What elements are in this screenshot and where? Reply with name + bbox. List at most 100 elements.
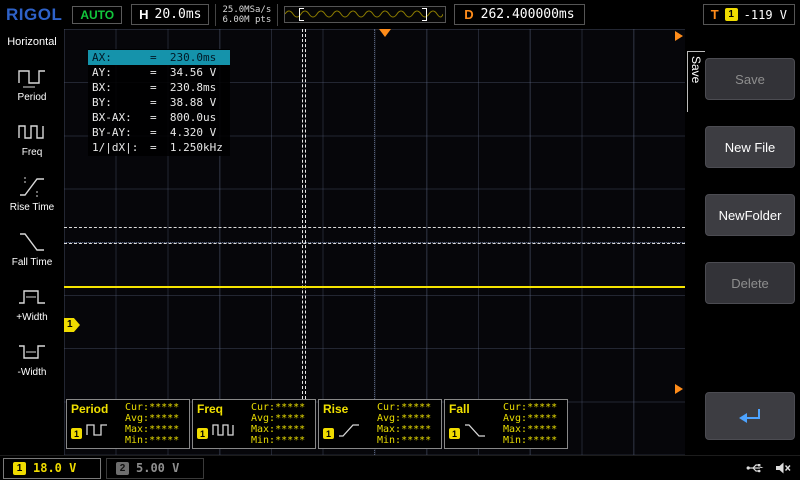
cursor-value: = 4.320 V [150,125,216,140]
cursor-value: = 230.0ms [150,50,216,65]
rigol-logo: RIGOL [6,5,62,25]
measure-name: Rise [323,402,377,416]
horizontal-timebase-readout: H 20.0ms [131,4,209,25]
measure-avg: Avg:***** [377,413,437,424]
ch1-trace [64,286,685,288]
measure-name: Freq [197,402,251,416]
timebase-value: 20.0ms [155,7,202,22]
delete-button[interactable]: Delete [705,262,795,304]
menu-item-plus-width[interactable]: +Width [0,284,64,323]
menu-item-period[interactable]: Period [0,64,64,103]
measure-min: Min:***** [377,435,437,446]
ch2-badge: 2 [116,462,129,475]
fall-time-icon [463,421,487,439]
new-folder-button[interactable]: NewFolder [705,194,795,236]
ch1-badge: 1 [13,462,26,475]
freq-icon [211,421,235,439]
measure-channel-badge: 1 [71,428,82,439]
status-icons [746,461,792,475]
measure-max: Max:***** [377,424,437,435]
enter-arrow-icon [735,406,765,426]
cursor-row-inv-dx: 1/|dX|: = 1.250kHz [88,140,230,155]
trigger-level-offscreen-icon [675,384,683,394]
measure-name: Period [71,402,125,416]
channel-status-bar: 1 18.0 V 2 5.00 V [0,455,800,480]
rise-time-icon [337,421,361,439]
measure-avg: Avg:***** [125,413,185,424]
cursor-row-by: BY: = 38.88 V [88,95,230,110]
cursor-row-byay: BY-AY: = 4.320 V [88,125,230,140]
measure-cur: Cur:***** [125,402,185,413]
menu-item-fall-time[interactable]: Fall Time [0,229,64,268]
measure-panel-fall: Fall 1 Cur:***** Avg:***** Max:***** Min… [444,399,568,449]
run-mode-badge: AUTO [72,6,122,24]
save-button[interactable]: Save [705,58,795,100]
measure-cur: Cur:***** [377,402,437,413]
channel-1-status[interactable]: 1 18.0 V [3,458,101,479]
measure-panel-rise: Rise 1 Cur:***** Avg:***** Max:***** Min… [318,399,442,449]
cursor-label: BY-AY: [92,125,150,140]
menu-item-label: +Width [16,312,47,323]
usb-icon [746,461,764,475]
measure-channel-badge: 1 [449,428,460,439]
measure-panel-freq: Freq 1 Cur:***** Avg:***** Max:***** Min… [192,399,316,449]
cursor-readout-box: AX: = 230.0ms AY: = 34.56 V BX: = 230.8m… [88,49,230,156]
measure-cur: Cur:***** [503,402,563,413]
menu-item-minus-width[interactable]: -Width [0,339,64,378]
cursor-value: = 800.0us [150,110,216,125]
cursor-label: AY: [92,65,150,80]
h-label: H [139,7,148,22]
preview-left-bracket-icon [299,8,304,21]
cursor-value: = 34.56 V [150,65,216,80]
measure-avg: Avg:***** [251,413,311,424]
measure-channel-badge: 1 [197,428,208,439]
cursor-label: BX: [92,80,150,95]
menu-item-freq[interactable]: Freq [0,119,64,158]
right-soft-menu: Save Save New File NewFolder Delete [685,29,800,455]
plus-width-icon [16,284,48,310]
menu-item-rise-time[interactable]: Rise Time [0,174,64,213]
measure-min: Min:***** [125,435,185,446]
cursor-label: 1/|dX|: [92,140,150,155]
waveform-memory-preview [284,6,446,23]
ch2-scale: 5.00 V [136,461,179,475]
channel-2-status[interactable]: 2 5.00 V [106,458,204,479]
enter-button[interactable] [705,392,795,440]
menu-tab-save: Save [687,51,705,112]
left-measure-menu: Horizontal Period Freq Rise Time Fall Ti… [0,29,64,455]
cursor-row-ay: AY: = 34.56 V [88,65,230,80]
ch1-position-marker[interactable]: 1 [64,318,80,332]
menu-item-label: Rise Time [10,202,54,213]
measure-channel-badge: 1 [323,428,334,439]
period-icon [85,421,109,439]
cursor-row-bx: BX: = 230.8ms [88,80,230,95]
cursor-bx-line[interactable] [305,29,306,399]
trigger-source-badge: 1 [725,8,738,21]
measure-max: Max:***** [251,424,311,435]
cursor-label: BX-AX: [92,110,150,125]
trigger-readout: T 1 -119 V [703,4,795,25]
measure-panel-period: Period 1 Cur:***** Avg:***** Max:***** M… [66,399,190,449]
freq-icon [16,119,48,145]
new-file-button[interactable]: New File [705,126,795,168]
cursor-value: = 230.8ms [150,80,216,95]
measure-avg: Avg:***** [503,413,563,424]
menu-item-label: Fall Time [12,257,53,268]
cursor-label: BY: [92,95,150,110]
minus-width-icon [16,339,48,365]
speaker-mute-icon [775,461,792,475]
cursor-ax-line[interactable] [302,29,303,399]
trigger-level-value: -119 V [744,8,787,22]
measurement-panels: Period 1 Cur:***** Avg:***** Max:***** M… [66,399,568,449]
acquisition-readout: 25.0MSa/s 6.00M pts [215,4,278,26]
cursor-ay-line[interactable] [64,227,685,228]
measure-max: Max:***** [503,424,563,435]
period-icon [16,64,48,90]
cursor-by-line[interactable] [64,243,685,244]
preview-wave-icon [285,7,443,20]
trigger-position-marker[interactable] [379,29,391,37]
d-label: D [464,7,473,22]
measure-max: Max:***** [125,424,185,435]
cursor-label: AX: [92,50,150,65]
measure-name: Fall [449,402,503,416]
